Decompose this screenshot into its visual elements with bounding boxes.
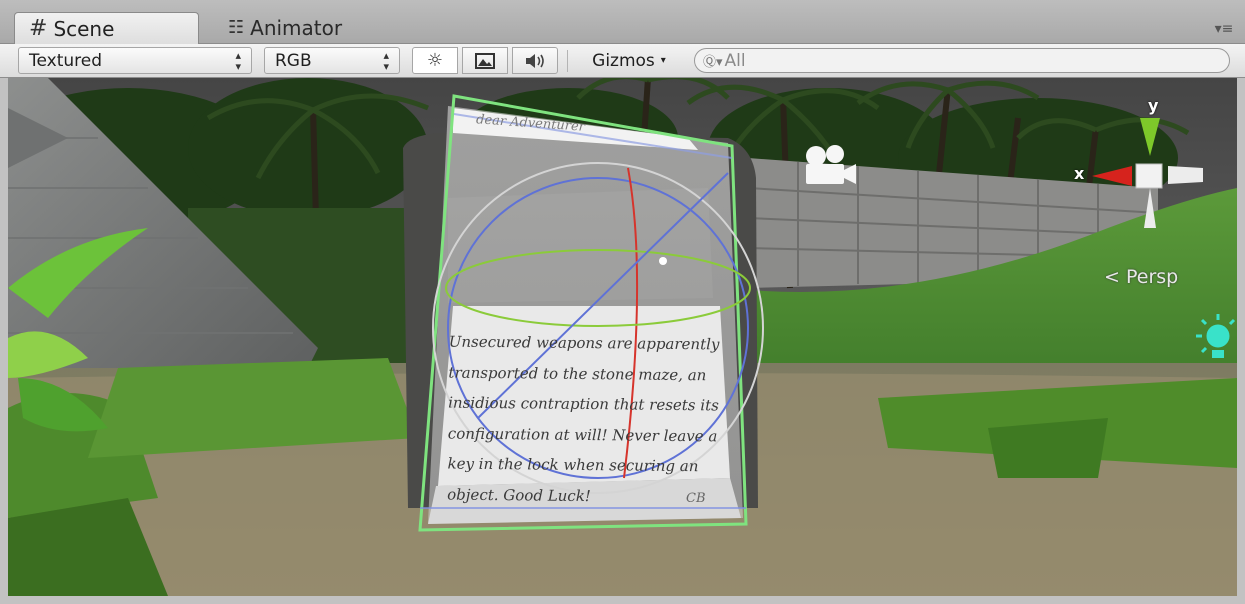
scene-viewport[interactable]: dear Adventurer Unsecured weapons are ap… bbox=[8, 78, 1237, 596]
gizmos-label: Gizmos bbox=[592, 50, 655, 71]
tab-scene[interactable]: # Scene bbox=[14, 12, 199, 44]
search-value: All bbox=[724, 50, 746, 71]
scene-effects-toggle[interactable] bbox=[462, 47, 508, 74]
gizmos-dropdown[interactable]: Gizmos ▾ bbox=[576, 47, 682, 74]
scene-audio-toggle[interactable] bbox=[512, 47, 558, 74]
search-icon: Ⓠ▾ bbox=[703, 55, 723, 70]
animator-nodes-icon: ☷ bbox=[228, 17, 245, 38]
render-mode-value: Textured bbox=[29, 50, 103, 71]
speaker-icon bbox=[526, 53, 544, 68]
color-channel-dropdown[interactable]: RGB ▴ ▾ bbox=[264, 47, 400, 74]
projection-toggle[interactable]: < Persp bbox=[1104, 266, 1178, 288]
dropdown-arrows-icon: ▴ ▾ bbox=[383, 48, 389, 73]
gizmo-x-label[interactable]: x bbox=[1074, 164, 1084, 183]
color-channel-value: RGB bbox=[275, 50, 312, 71]
toolbar-divider bbox=[567, 50, 568, 72]
note-signature: CB bbox=[686, 491, 706, 506]
hierarchy-search-field[interactable]: Ⓠ▾ All bbox=[694, 48, 1230, 73]
render-mode-dropdown[interactable]: Textured ▴ ▾ bbox=[18, 47, 252, 74]
gizmo-y-label[interactable]: y bbox=[1148, 96, 1158, 115]
tab-bar: # Scene ☷ Animator ▾≡ bbox=[0, 0, 1245, 44]
dropdown-arrows-icon: ▴ ▾ bbox=[235, 48, 241, 73]
scene-lighting-toggle[interactable]: ☼ bbox=[412, 47, 458, 74]
tab-scene-label: Scene bbox=[53, 16, 115, 41]
sun-icon: ☼ bbox=[426, 50, 444, 71]
note-body-text: Unsecured weapons are apparently transpo… bbox=[447, 332, 720, 505]
chevron-left-icon: < bbox=[1104, 266, 1120, 288]
tab-animator-label: Animator bbox=[250, 16, 343, 40]
scene-toolbar: Textured ▴ ▾ RGB ▴ ▾ ☼ Gizmos ▾ Ⓠ▾ All bbox=[0, 44, 1245, 78]
image-icon bbox=[475, 52, 495, 69]
grid-hash-icon: # bbox=[29, 15, 48, 41]
panel-menu-icon[interactable]: ▾≡ bbox=[1213, 22, 1235, 36]
tab-animator[interactable]: ☷ Animator bbox=[214, 12, 374, 44]
caret-down-icon: ▾ bbox=[660, 55, 666, 66]
projection-label: Persp bbox=[1125, 266, 1179, 288]
